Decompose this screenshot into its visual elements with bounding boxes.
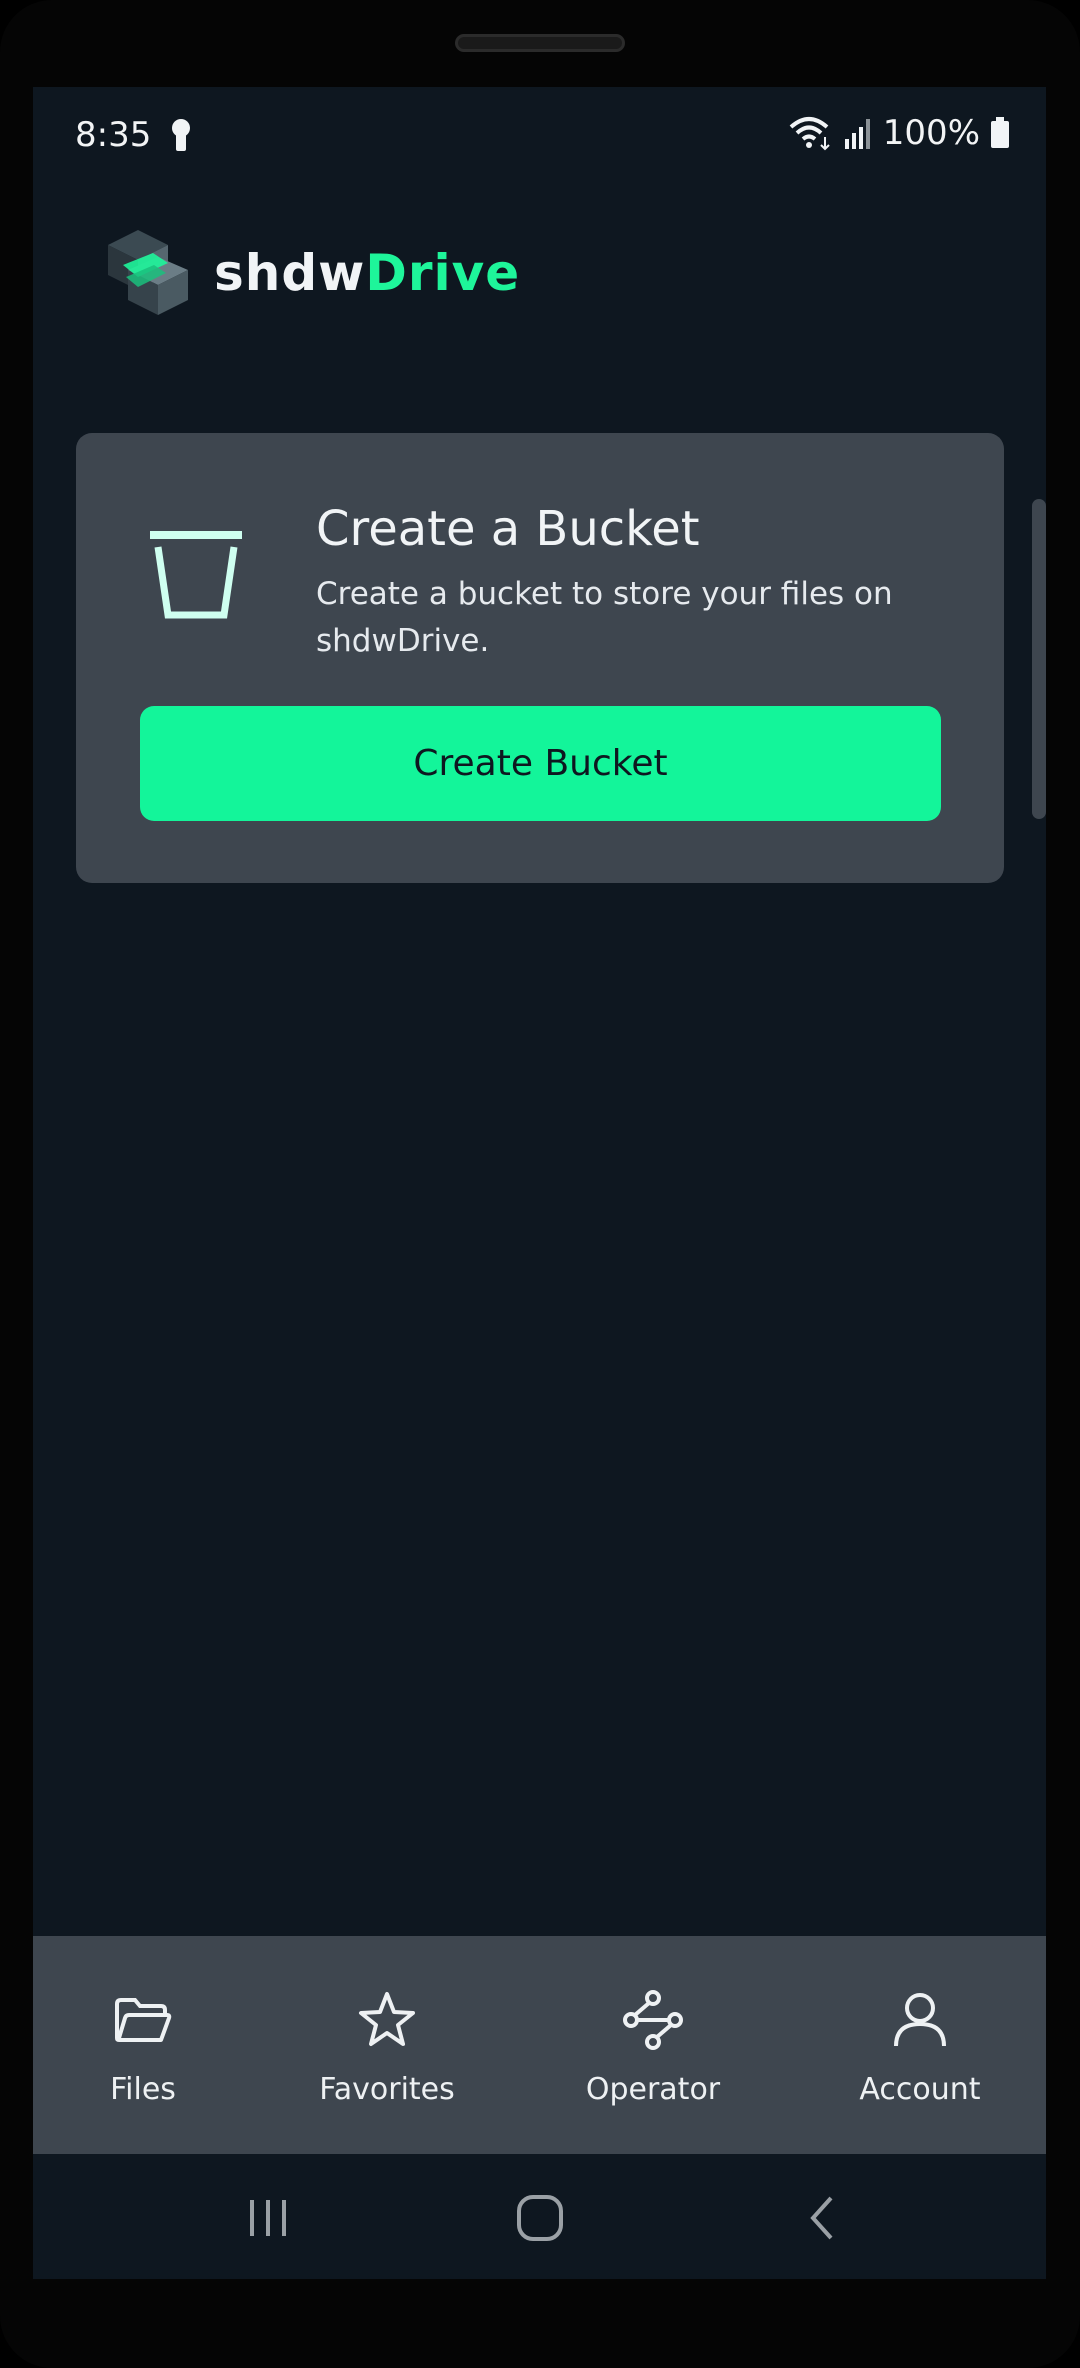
signal-icon xyxy=(844,119,870,149)
back-icon[interactable] xyxy=(793,2190,853,2246)
bottom-nav: Files Favorites Operator Account xyxy=(33,1936,1046,2154)
create-bucket-button[interactable]: Create Bucket xyxy=(140,706,941,821)
phone-speaker xyxy=(455,34,625,52)
wifi-icon xyxy=(789,117,830,151)
status-bar: 8:35 100% xyxy=(33,87,1046,177)
nodes-icon xyxy=(623,1990,683,2050)
recent-apps-icon[interactable] xyxy=(238,2190,298,2246)
app-name-part2: Drive xyxy=(365,244,521,302)
scrollbar[interactable] xyxy=(1032,499,1046,819)
status-icons: 100% xyxy=(789,113,1010,153)
nav-label-favorites: Favorites xyxy=(319,2072,455,2107)
status-time: 8:35 xyxy=(75,115,152,155)
card-description: Create a bucket to store your files on s… xyxy=(316,576,893,659)
lock-icon xyxy=(172,119,190,151)
battery-percent: 100% xyxy=(882,113,980,153)
app-name: shdwDrive xyxy=(214,244,520,302)
create-bucket-card: Create a Bucket Create a bucket to store… xyxy=(76,433,1004,883)
home-icon[interactable] xyxy=(510,2190,570,2246)
bucket-icon xyxy=(150,531,242,619)
screen: 8:35 100% shdwDrive Create a Bucket Crea… xyxy=(33,87,1046,2279)
nav-label-operator: Operator xyxy=(585,2072,721,2107)
card-title: Create a Bucket xyxy=(316,501,700,557)
nav-item-files[interactable]: Files xyxy=(33,1936,253,2154)
shdw-logo-icon xyxy=(108,230,188,315)
nav-item-favorites[interactable]: Favorites xyxy=(277,1936,497,2154)
folder-icon xyxy=(115,1998,172,2042)
battery-icon xyxy=(991,117,1009,148)
phone-frame: 8:35 100% shdwDrive Create a Bucket Crea… xyxy=(0,0,1080,2368)
star-icon xyxy=(359,1992,415,2046)
nav-label-account: Account xyxy=(859,2072,981,2107)
system-nav-bar xyxy=(33,2154,1046,2279)
user-icon xyxy=(894,1993,946,2047)
app-name-part1: shdw xyxy=(214,244,366,302)
nav-label-files: Files xyxy=(110,2072,176,2107)
nav-item-account[interactable]: Account xyxy=(810,1936,1030,2154)
nav-item-operator[interactable]: Operator xyxy=(543,1936,763,2154)
app-logo: shdwDrive xyxy=(88,215,520,331)
